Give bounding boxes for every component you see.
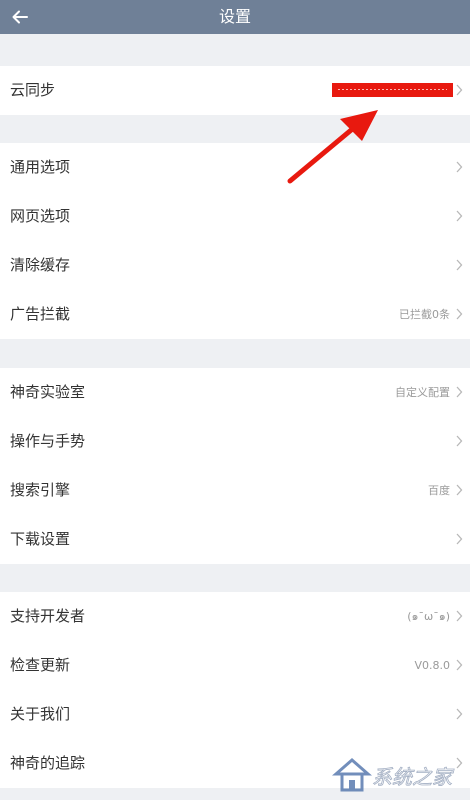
chevron-right-icon (456, 161, 463, 173)
chevron-right-icon (456, 708, 463, 720)
settings-row-ad-block[interactable]: 广告拦截 已拦截0条 (0, 290, 470, 339)
settings-row-check-update[interactable]: 检查更新 V0.8.0 (0, 641, 470, 690)
settings-row-clear-cache[interactable]: 清除缓存 (0, 241, 470, 290)
chevron-right-icon (456, 484, 463, 496)
row-label: 云同步 (10, 81, 56, 99)
settings-row-search-engine[interactable]: 搜索引擎 百度 (0, 466, 470, 515)
settings-row-about-us[interactable]: 关于我们 (0, 690, 470, 739)
settings-section-general: 通用选项 网页选项 清除缓存 广告拦截 已拦截0条 (0, 143, 470, 339)
chevron-right-icon (456, 308, 463, 320)
settings-row-download[interactable]: 下载设置 (0, 515, 470, 564)
row-label: 搜索引擎 (10, 481, 71, 499)
settings-row-tracking[interactable]: 神奇的追踪 (0, 739, 470, 788)
settings-row-gestures[interactable]: 操作与手势 (0, 417, 470, 466)
chevron-right-icon (456, 610, 463, 622)
row-value: 已拦截0条 (399, 308, 450, 321)
chevron-right-icon (456, 259, 463, 271)
row-label: 支持开发者 (10, 607, 86, 625)
settings-row-lab[interactable]: 神奇实验室 自定义配置 (0, 368, 470, 417)
redaction-line (338, 89, 447, 90)
redaction-bar (332, 83, 453, 97)
chevron-right-icon (456, 757, 463, 769)
row-label: 检查更新 (10, 656, 71, 674)
page-title: 设置 (218, 7, 251, 26)
settings-section-advanced: 神奇实验室 自定义配置 操作与手势 搜索引擎 百度 下载设置 (0, 368, 470, 564)
settings-row-general-options[interactable]: 通用选项 (0, 143, 470, 192)
row-label: 神奇的追踪 (10, 754, 86, 772)
row-label: 神奇实验室 (10, 383, 86, 401)
chevron-right-icon (456, 84, 463, 96)
row-value: (๑¯ω¯๑) (407, 610, 450, 623)
row-value: 百度 (428, 484, 450, 497)
settings-row-web-options[interactable]: 网页选项 (0, 192, 470, 241)
row-label: 下载设置 (10, 530, 71, 548)
chevron-right-icon (456, 386, 463, 398)
top-app-bar: 设置 (0, 0, 470, 34)
row-label: 网页选项 (10, 207, 71, 225)
chevron-right-icon (456, 659, 463, 671)
chevron-right-icon (456, 533, 463, 545)
row-label: 通用选项 (10, 158, 71, 176)
settings-row-support-developer[interactable]: 支持开发者 (๑¯ω¯๑) (0, 592, 470, 641)
row-label: 操作与手势 (10, 432, 86, 450)
chevron-right-icon (456, 210, 463, 222)
row-value: 自定义配置 (395, 386, 450, 399)
settings-section-about: 支持开发者 (๑¯ω¯๑) 检查更新 V0.8.0 关于我们 神奇的追踪 (0, 592, 470, 788)
row-value: V0.8.0 (414, 659, 450, 672)
row-label: 广告拦截 (10, 305, 71, 323)
row-label: 清除缓存 (10, 256, 71, 274)
chevron-right-icon (456, 435, 463, 447)
row-label: 关于我们 (10, 705, 71, 723)
